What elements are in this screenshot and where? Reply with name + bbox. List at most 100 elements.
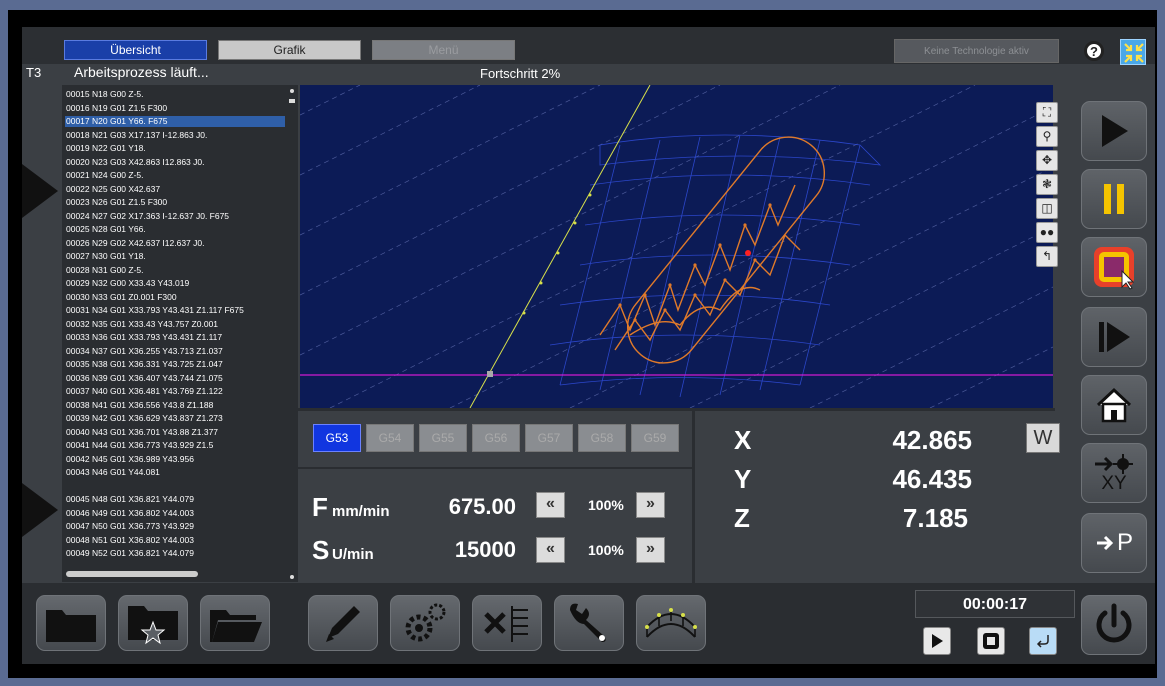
move-to-xy-icon — [1095, 454, 1133, 474]
workpiece-coords-button[interactable]: W — [1026, 423, 1060, 453]
code-line[interactable]: 00029 N32 G00 X33.43 Y43.019 — [65, 278, 285, 289]
progress-text: Fortschritt 2% — [480, 66, 561, 81]
code-line[interactable]: 00023 N26 G01 Z1.5 F300 — [65, 197, 285, 208]
tool-table-icon — [484, 606, 528, 642]
step-button[interactable] — [1081, 307, 1147, 367]
move-to-p-label: P — [1116, 529, 1133, 556]
offset-g56[interactable]: G56 — [472, 424, 520, 452]
offset-g54[interactable]: G54 — [366, 424, 414, 452]
move-to-p-icon — [1096, 535, 1114, 551]
code-line[interactable]: 00040 N43 G01 X36.701 Y43.88 Z1.377 — [65, 427, 285, 438]
code-line[interactable] — [65, 481, 285, 492]
spindle-decrease-button[interactable]: « — [536, 537, 565, 563]
code-line[interactable]: 00015 N18 G00 Z-5. — [65, 89, 285, 100]
offset-g59[interactable]: G59 — [631, 424, 679, 452]
zoom-icon[interactable]: ⚲ — [1036, 126, 1058, 147]
code-line[interactable]: 00036 N39 G01 X36.407 Y43.744 Z1.075 — [65, 373, 285, 384]
code-vertical-scrollbar[interactable] — [289, 89, 295, 579]
feed-value: 675.00 — [448, 494, 516, 519]
code-horizontal-scrollbar[interactable] — [66, 571, 198, 577]
folder-favorites-icon — [128, 606, 178, 645]
code-line[interactable]: 00049 N52 G01 X36.821 Y44.079 — [65, 548, 285, 559]
macro-stop-button[interactable] — [977, 627, 1005, 655]
code-line[interactable]: 00019 N22 G01 Y18. — [65, 143, 285, 154]
code-line[interactable]: 00047 N50 G01 X36.773 Y43.929 — [65, 521, 285, 532]
home-button[interactable] — [1081, 375, 1147, 435]
code-line[interactable]: 00045 N48 G01 X36.821 Y44.079 — [65, 494, 285, 505]
code-line[interactable]: 00043 N46 G01 Y44.081 — [65, 467, 285, 478]
code-line[interactable]: 00041 N44 G01 X36.773 Y43.929 Z1.5 — [65, 440, 285, 451]
code-line[interactable]: 00042 N45 G01 X36.989 Y43.956 — [65, 454, 285, 465]
settings-button[interactable] — [390, 595, 460, 651]
fit-view-icon[interactable]: ⛶ — [1036, 102, 1058, 123]
open-file-button[interactable] — [36, 595, 106, 651]
code-line[interactable]: 00033 N36 G01 X33.793 Y43.431 Z1.117 — [65, 332, 285, 343]
code-line[interactable]: 00035 N38 G01 X36.331 Y43.725 Z1.047 — [65, 359, 285, 370]
code-line[interactable]: 00026 N29 G02 X42.637 I12.637 J0. — [65, 238, 285, 249]
axis-y-label: Y — [734, 464, 752, 494]
macro-return-button[interactable] — [1029, 627, 1057, 655]
favorites-button[interactable] — [118, 595, 188, 651]
move-to-xy-button[interactable]: XY — [1081, 443, 1147, 503]
code-line[interactable]: 00021 N24 G00 Z-5. — [65, 170, 285, 181]
offset-g57[interactable]: G57 — [525, 424, 573, 452]
surface-button[interactable] — [636, 595, 706, 651]
code-line[interactable]: 00048 N51 G01 X36.802 Y44.003 — [65, 535, 285, 546]
tab-graphics[interactable]: Grafik — [218, 40, 361, 60]
code-line[interactable]: 00028 N31 G00 Z-5. — [65, 265, 285, 276]
code-line[interactable]: 00034 N37 G01 X36.255 Y43.713 Z1.037 — [65, 346, 285, 357]
tool-table-button[interactable] — [472, 595, 542, 651]
code-line[interactable]: 00039 N42 G01 X36.629 Y43.837 Z1.273 — [65, 413, 285, 424]
feed-letter: F — [312, 492, 328, 522]
code-line[interactable]: 00025 N28 G01 Y66. — [65, 224, 285, 235]
code-line[interactable]: 00018 N21 G03 X17.137 I-12.863 J0. — [65, 130, 285, 141]
glasses-icon[interactable]: ●● — [1036, 222, 1058, 243]
code-line[interactable]: 00030 N33 G01 Z0.001 F300 — [65, 292, 285, 303]
feed-increase-button[interactable]: » — [636, 492, 665, 518]
code-line[interactable]: 00017 N20 G01 Y66. F675 — [65, 116, 285, 127]
collapse-icon[interactable] — [1120, 39, 1146, 65]
code-line[interactable]: 00038 N41 G01 X36.556 Y43.8 Z1.188 — [65, 400, 285, 411]
back-icon[interactable]: ↰ — [1036, 246, 1058, 267]
nc-program-list[interactable]: 00015 N18 G00 Z-5. 00016 N19 G01 Z1.5 F30… — [62, 85, 298, 582]
code-line[interactable]: 00031 N34 G01 X33.793 Y43.431 Z1.117 F67… — [65, 305, 285, 316]
3d-view-icon[interactable]: ◫ — [1036, 198, 1058, 219]
axis-z-value: 7.185 — [902, 503, 968, 533]
move-to-p-button[interactable]: P — [1081, 513, 1147, 573]
pan-icon[interactable]: ✥ — [1036, 150, 1058, 171]
spindle-letter: S — [312, 535, 330, 565]
code-line[interactable]: 00024 N27 G02 X17.363 I-12.637 J0. F675 — [65, 211, 285, 222]
code-line[interactable]: 00016 N19 G01 Z1.5 F300 — [65, 103, 285, 114]
offset-g58[interactable]: G58 — [578, 424, 626, 452]
rotate-icon[interactable]: ❃ — [1036, 174, 1058, 195]
start-icon — [1102, 115, 1128, 147]
tools-button[interactable] — [554, 595, 624, 651]
pause-button[interactable] — [1081, 169, 1147, 229]
power-button[interactable] — [1081, 595, 1147, 655]
divider — [692, 410, 695, 583]
code-line[interactable]: 00032 N35 G01 X33.43 Y43.757 Z0.001 — [65, 319, 285, 330]
spindle-increase-button[interactable]: » — [636, 537, 665, 563]
code-line[interactable]: 00020 N23 G03 X42.863 I12.863 J0. — [65, 157, 285, 168]
code-line[interactable]: 00046 N49 G01 X36.802 Y44.003 — [65, 508, 285, 519]
technology-status: Keine Technologie aktiv — [894, 39, 1059, 63]
offset-g53[interactable]: G53 — [313, 424, 361, 452]
code-line[interactable]: 00037 N40 G01 X36.481 Y43.769 Z1.122 — [65, 386, 285, 397]
help-icon[interactable]: ? — [1084, 41, 1104, 61]
tool-indicator: T3 — [26, 65, 42, 80]
open-folder-button[interactable] — [200, 595, 270, 651]
tab-overview[interactable]: Übersicht — [64, 40, 207, 60]
spindle-unit: U/min — [332, 546, 374, 563]
surface-icon — [645, 608, 697, 638]
power-icon — [1096, 603, 1132, 643]
code-line[interactable]: 00022 N25 G00 X42.637 — [65, 184, 285, 195]
macro-play-button[interactable] — [923, 627, 951, 655]
offset-g55[interactable]: G55 — [419, 424, 467, 452]
code-line[interactable]: 00027 N30 G01 Y18. — [65, 251, 285, 262]
start-button[interactable] — [1081, 101, 1147, 161]
feed-decrease-button[interactable]: « — [536, 492, 565, 518]
toolpath-view[interactable] — [300, 85, 1053, 408]
feed-unit: mm/min — [332, 503, 390, 520]
stop-button[interactable] — [1081, 237, 1147, 297]
editor-button[interactable] — [308, 595, 378, 651]
